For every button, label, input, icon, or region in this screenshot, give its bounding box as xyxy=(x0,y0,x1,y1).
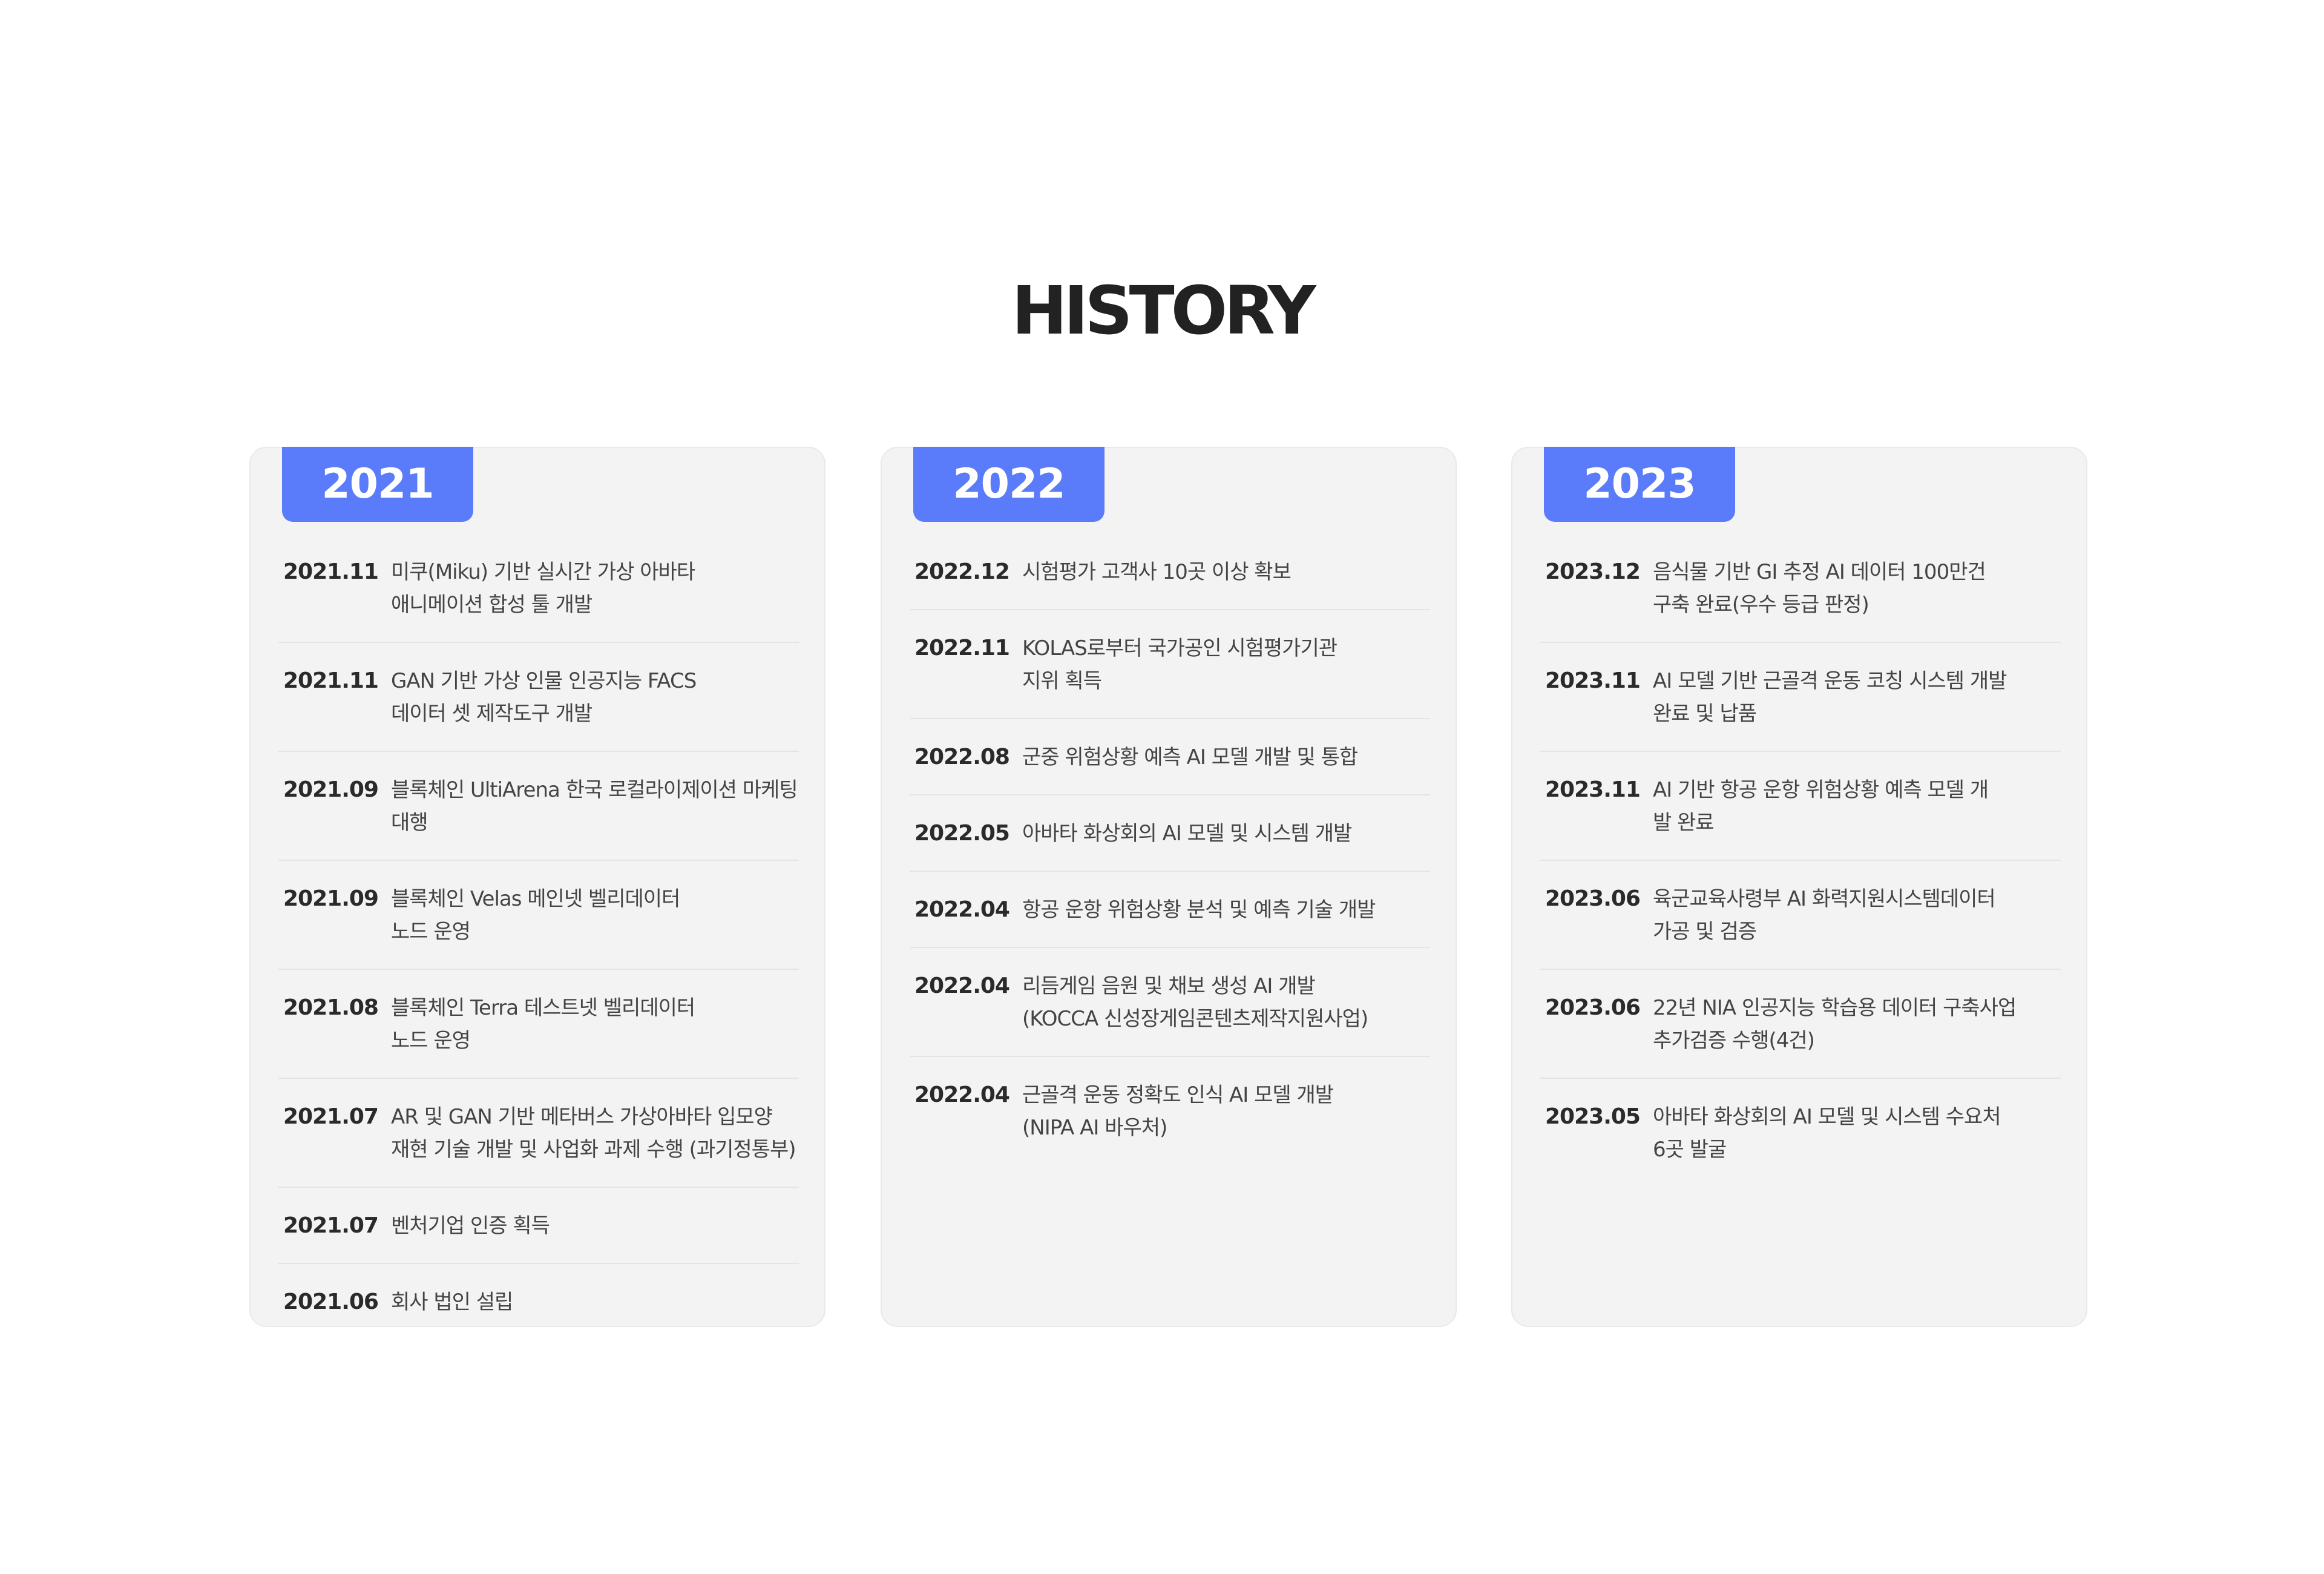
history-entry: 2022.04 리듬게임 음원 및 채보 생성 AI 개발 (KOCCA 신성장… xyxy=(910,970,1430,1057)
history-entry: 2022.05 아바타 화상회의 AI 모델 및 시스템 개발 xyxy=(910,817,1430,872)
entry-description: 항공 운항 위험상황 분석 및 예측 기술 개발 xyxy=(1022,898,1376,922)
history-entry: 2023.06 22년 NIA 인공지능 학습용 데이터 구축사업 추가검증 수… xyxy=(1540,992,2061,1079)
entry-date: 2023.12 xyxy=(1545,559,1641,584)
entry-description: 회사 법인 설립 xyxy=(391,1290,513,1314)
entry-date: 2021.09 xyxy=(283,886,379,911)
history-entry: 2022.11 KOLAS로부터 국가공인 시험평가기관 지위 획득 xyxy=(910,632,1430,719)
history-entry: 2023.11 AI 모델 기반 근골격 운동 코칭 시스템 개발 완료 및 납… xyxy=(1540,665,2061,752)
history-entry: 2023.12 음식물 기반 GI 추정 AI 데이터 100만건 구축 완료(… xyxy=(1540,556,2061,643)
history-entry: 2021.06 회사 법인 설립 xyxy=(278,1286,799,1319)
entry-date: 2021.08 xyxy=(283,995,379,1020)
entry-date: 2022.04 xyxy=(914,897,1010,922)
entry-description: 블록체인 Terra 테스트넷 벨리데이터 노드 운영 xyxy=(391,996,695,1053)
entry-description: AI 기반 항공 운항 위험상황 예측 모델 개 발 완료 xyxy=(1653,778,1989,835)
entry-date: 2023.06 xyxy=(1545,886,1641,911)
history-entry: 2021.08 블록체인 Terra 테스트넷 벨리데이터 노드 운영 xyxy=(278,992,799,1079)
history-timeline: 2021 2021.11 미쿠(Miku) 기반 실시간 가상 아바타 애니메이… xyxy=(249,447,2089,1331)
year-badge-2022: 2022 xyxy=(913,447,1105,522)
entry-description: 아바타 화상회의 AI 모델 및 시스템 수요처 6곳 발굴 xyxy=(1653,1105,2001,1162)
entry-date: 2021.07 xyxy=(283,1213,379,1238)
entry-description: AR 및 GAN 기반 메타버스 가상아바타 입모양 재현 기술 개발 및 사업… xyxy=(391,1105,796,1162)
year-badge-2023: 2023 xyxy=(1544,447,1735,522)
history-entry: 2023.06 육군교육사령부 AI 화력지원시스템데이터 가공 및 검증 xyxy=(1540,883,2061,970)
history-entry: 2021.11 미쿠(Miku) 기반 실시간 가상 아바타 애니메이션 합성 … xyxy=(278,556,799,643)
history-entry: 2021.09 블록체인 UltiArena 한국 로컬라이제이션 마케팅 대행 xyxy=(278,774,799,861)
entry-description: KOLAS로부터 국가공인 시험평가기관 지위 획득 xyxy=(1022,636,1338,693)
history-entry: 2022.04 근골격 운동 정확도 인식 AI 모델 개발 (NIPA AI … xyxy=(910,1079,1430,1144)
history-entry: 2021.07 AR 및 GAN 기반 메타버스 가상아바타 입모양 재현 기술… xyxy=(278,1101,799,1188)
history-entry: 2023.05 아바타 화상회의 AI 모델 및 시스템 수요처 6곳 발굴 xyxy=(1540,1101,2061,1166)
entry-date: 2022.04 xyxy=(914,1082,1010,1107)
entry-date: 2022.12 xyxy=(914,559,1010,584)
entry-date: 2023.06 xyxy=(1545,995,1641,1020)
history-entry: 2022.08 군중 위험상황 예측 AI 모델 개발 및 통합 xyxy=(910,741,1430,795)
history-entry: 2022.04 항공 운항 위험상황 분석 및 예측 기술 개발 xyxy=(910,894,1430,948)
entry-description: 음식물 기반 GI 추정 AI 데이터 100만건 구축 완료(우수 등급 판정… xyxy=(1653,560,1986,617)
entry-date: 2023.05 xyxy=(1545,1104,1641,1129)
history-entry: 2021.11 GAN 기반 가상 인물 인공지능 FACS 데이터 셋 제작도… xyxy=(278,665,799,752)
entry-date: 2021.11 xyxy=(283,559,379,584)
history-list-2021: 2021.11 미쿠(Miku) 기반 실시간 가상 아바타 애니메이션 합성 … xyxy=(278,556,799,1319)
history-entry: 2023.11 AI 기반 항공 운항 위험상황 예측 모델 개 발 완료 xyxy=(1540,774,2061,861)
entry-date: 2023.11 xyxy=(1545,777,1641,802)
history-list-2023: 2023.12 음식물 기반 GI 추정 AI 데이터 100만건 구축 완료(… xyxy=(1540,556,2061,1166)
page-title: HISTORY xyxy=(1011,272,1316,349)
entry-description: 시험평가 고객사 10곳 이상 확보 xyxy=(1022,560,1292,584)
year-badge-2021: 2021 xyxy=(282,447,473,522)
entry-date: 2021.09 xyxy=(283,777,379,802)
entry-description: 미쿠(Miku) 기반 실시간 가상 아바타 애니메이션 합성 툴 개발 xyxy=(391,560,695,617)
entry-date: 2022.11 xyxy=(914,636,1010,660)
entry-description: AI 모델 기반 근골격 운동 코칭 시스템 개발 완료 및 납품 xyxy=(1653,669,2007,726)
history-entry: 2021.07 벤처기업 인증 획득 xyxy=(278,1210,799,1264)
history-card-2023: 2023 2023.12 음식물 기반 GI 추정 AI 데이터 100만건 구… xyxy=(1511,447,2087,1327)
history-entry: 2022.12 시험평가 고객사 10곳 이상 확보 xyxy=(910,556,1430,610)
entry-description: 22년 NIA 인공지능 학습용 데이터 구축사업 추가검증 수행(4건) xyxy=(1653,996,2017,1053)
history-card-2021: 2021 2021.11 미쿠(Miku) 기반 실시간 가상 아바타 애니메이… xyxy=(249,447,826,1327)
entry-date: 2022.08 xyxy=(914,745,1010,769)
entry-date: 2021.06 xyxy=(283,1289,379,1314)
history-entry: 2021.09 블록체인 Velas 메인넷 벨리데이터 노드 운영 xyxy=(278,883,799,970)
entry-description: 리듬게임 음원 및 채보 생성 AI 개발 (KOCCA 신성장게임콘텐츠제작지… xyxy=(1022,974,1368,1031)
entry-description: 근골격 운동 정확도 인식 AI 모델 개발 (NIPA AI 바우처) xyxy=(1022,1083,1334,1140)
entry-date: 2022.05 xyxy=(914,821,1010,846)
entry-description: 아바타 화상회의 AI 모델 및 시스템 개발 xyxy=(1022,822,1352,846)
entry-description: 군중 위험상황 예측 AI 모델 개발 및 통합 xyxy=(1022,745,1358,769)
entry-date: 2021.11 xyxy=(283,668,379,693)
entry-description: GAN 기반 가상 인물 인공지능 FACS 데이터 셋 제작도구 개발 xyxy=(391,669,697,726)
entry-description: 육군교육사령부 AI 화력지원시스템데이터 가공 및 검증 xyxy=(1653,887,1996,944)
entry-description: 블록체인 UltiArena 한국 로컬라이제이션 마케팅 대행 xyxy=(391,778,798,835)
entry-date: 2023.11 xyxy=(1545,668,1641,693)
history-card-2022: 2022 2022.12 시험평가 고객사 10곳 이상 확보 2022.11 … xyxy=(881,447,1457,1327)
entry-description: 벤처기업 인증 획득 xyxy=(391,1214,550,1238)
entry-description: 블록체인 Velas 메인넷 벨리데이터 노드 운영 xyxy=(391,887,680,944)
entry-date: 2021.07 xyxy=(283,1104,379,1129)
entry-date: 2022.04 xyxy=(914,973,1010,998)
history-list-2022: 2022.12 시험평가 고객사 10곳 이상 확보 2022.11 KOLAS… xyxy=(910,556,1430,1144)
